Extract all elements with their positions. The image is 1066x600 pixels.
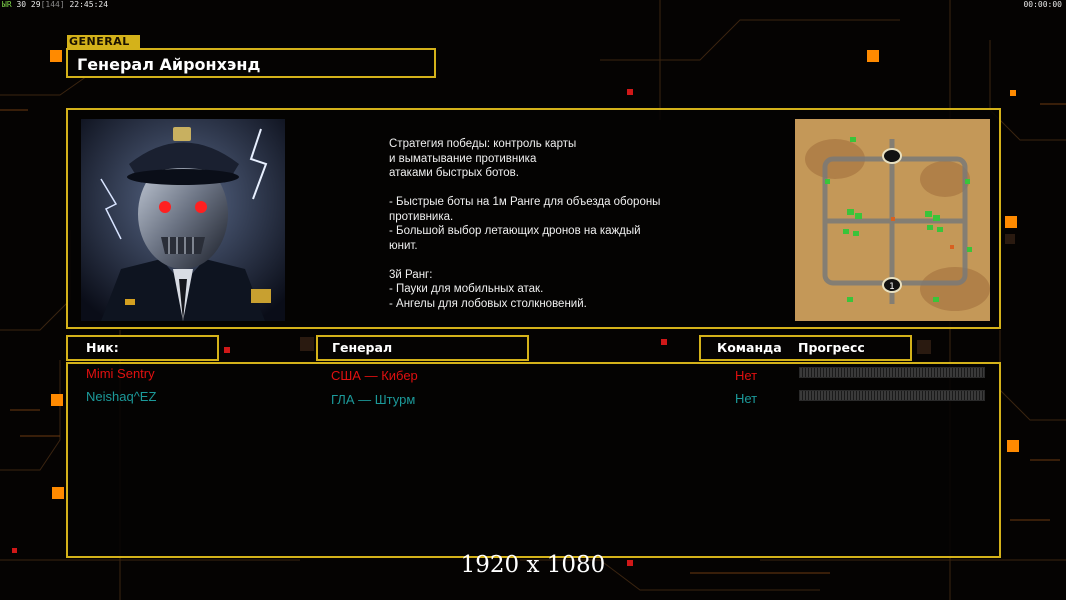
column-header-general: Генерал bbox=[316, 335, 529, 361]
resolution-label: 1920 x 1080 bbox=[460, 552, 606, 578]
general-title-box: Генерал Айронхэнд bbox=[66, 48, 436, 78]
general-portrait bbox=[81, 119, 285, 321]
general-tag: GENERAL bbox=[67, 35, 140, 48]
game-timer: 00:00:00 bbox=[1023, 0, 1062, 9]
player-2-general: ГЛА — Штурм bbox=[331, 392, 416, 407]
general-info-panel: Стратегия победы: контроль карты и вымат… bbox=[66, 108, 1001, 329]
player-1-general: США — Кибер bbox=[331, 368, 418, 383]
hud-indicator: ЫR bbox=[2, 0, 12, 9]
hud-bracket: [144] bbox=[40, 0, 65, 9]
column-header-general-label: Генерал bbox=[332, 340, 393, 355]
debug-overlay: ЫR 30 29[144] 22:45:24 bbox=[2, 0, 108, 9]
player-2-nick: Neishaq^EZ bbox=[86, 389, 157, 404]
column-header-team-label: Команда bbox=[717, 340, 782, 355]
player-1-nick: Mimi Sentry bbox=[86, 366, 155, 381]
hud-clock: 22:45:24 bbox=[69, 0, 109, 9]
strategy-description: Стратегия победы: контроль карты и вымат… bbox=[389, 138, 661, 310]
svg-text:1: 1 bbox=[889, 282, 895, 292]
general-title: Генерал Айронхэнд bbox=[77, 55, 261, 74]
column-header-nick: Ник: bbox=[66, 335, 219, 361]
player-2-team: Нет bbox=[735, 391, 758, 406]
player-1-team: Нет bbox=[735, 368, 758, 383]
column-header-nick-label: Ник: bbox=[86, 340, 119, 355]
map-preview[interactable]: 1 bbox=[795, 119, 990, 321]
player-1-progress-bar bbox=[799, 367, 985, 378]
player-2-progress-bar bbox=[799, 390, 985, 401]
column-header-progress-label: Прогресс bbox=[798, 340, 865, 355]
hud-fps: 30 29 bbox=[16, 0, 41, 9]
column-header-team: Команда Прогресс bbox=[699, 335, 912, 361]
